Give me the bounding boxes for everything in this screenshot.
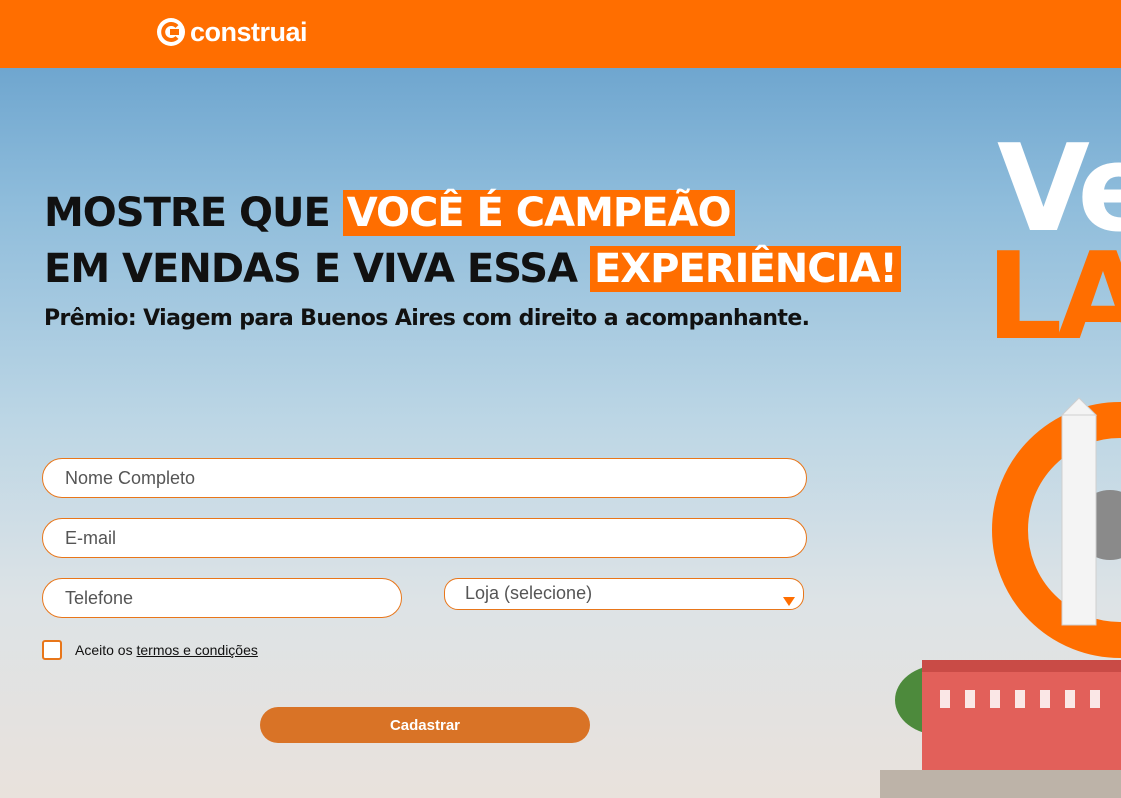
obelisk-shape <box>1061 414 1097 626</box>
store-select[interactable]: Loja (selecione) <box>444 578 804 610</box>
submit-button[interactable]: Cadastrar <box>260 707 590 743</box>
construai-logo[interactable]: construai <box>156 14 308 50</box>
ground-shape <box>880 770 1121 798</box>
terms-checkbox[interactable] <box>42 640 62 660</box>
dropdown-arrow-icon <box>783 597 795 606</box>
terms-row: Aceito os termos e condições <box>42 640 258 660</box>
terms-prefix: Aceito os <box>75 642 137 658</box>
terms-link[interactable]: termos e condições <box>136 642 257 658</box>
buenos-aires-illustration <box>880 397 1121 798</box>
hero-subtitle: Prêmio: Viagem para Buenos Aires com dir… <box>44 306 810 331</box>
headline-line-2: EM VENDAS E VIVA ESSA EXPERIÊNCIA! <box>44 241 901 297</box>
casa-rosada-shape <box>922 670 1121 780</box>
buenos-aires-artwork: Ve LA <box>880 130 1121 798</box>
store-select-value: Loja (selecione) <box>465 583 593 603</box>
casa-rosada-roof-shape <box>922 660 1121 672</box>
headline-line-1-highlight: VOCÊ É CAMPEÃO <box>342 190 735 236</box>
phone-input[interactable] <box>42 578 402 618</box>
top-navigation-bar: construai <box>0 0 1121 68</box>
email-input[interactable] <box>42 518 807 558</box>
construai-logo-icon <box>157 18 185 46</box>
headline-line-1: MOSTRE QUE VOCÊ É CAMPEÃO <box>44 185 901 241</box>
hero-headline: MOSTRE QUE VOCÊ É CAMPEÃO EM VENDAS E VI… <box>44 185 901 297</box>
headline-line-1-plain: MOSTRE QUE <box>44 190 343 236</box>
full-name-input[interactable] <box>42 458 807 498</box>
logo-text: construai <box>190 16 308 47</box>
terms-label: Aceito os termos e condições <box>75 642 258 658</box>
headline-line-2-highlight: EXPERIÊNCIA! <box>589 246 901 292</box>
headline-line-2-plain: EM VENDAS E VIVA ESSA <box>44 246 590 292</box>
